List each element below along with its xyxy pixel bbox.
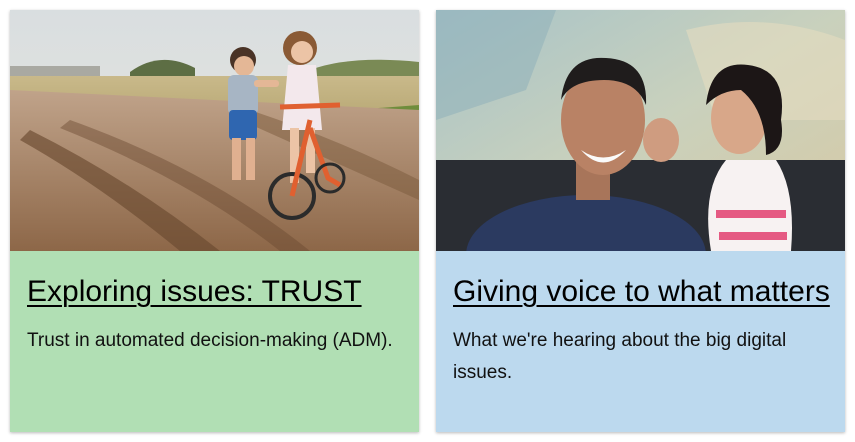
card-giving-voice-photo xyxy=(436,10,845,251)
card-trust[interactable]: Exploring issues: TRUST Trust in automat… xyxy=(10,10,419,432)
card-trust-photo xyxy=(10,10,419,251)
card-giving-voice-description: What we're hearing about the big digital… xyxy=(453,330,787,383)
card-trust-description: Trust in automated decision-making (ADM)… xyxy=(27,330,393,351)
card-trust-title-link[interactable]: Exploring issues: TRUST xyxy=(27,273,402,311)
card-giving-voice-title-link[interactable]: Giving voice to what matters xyxy=(453,273,830,311)
card-giving-voice-body: Giving voice to what matters What we're … xyxy=(436,251,845,432)
card-trust-body: Exploring issues: TRUST Trust in automat… xyxy=(10,251,419,432)
card-giving-voice[interactable]: Giving voice to what matters What we're … xyxy=(436,10,845,432)
